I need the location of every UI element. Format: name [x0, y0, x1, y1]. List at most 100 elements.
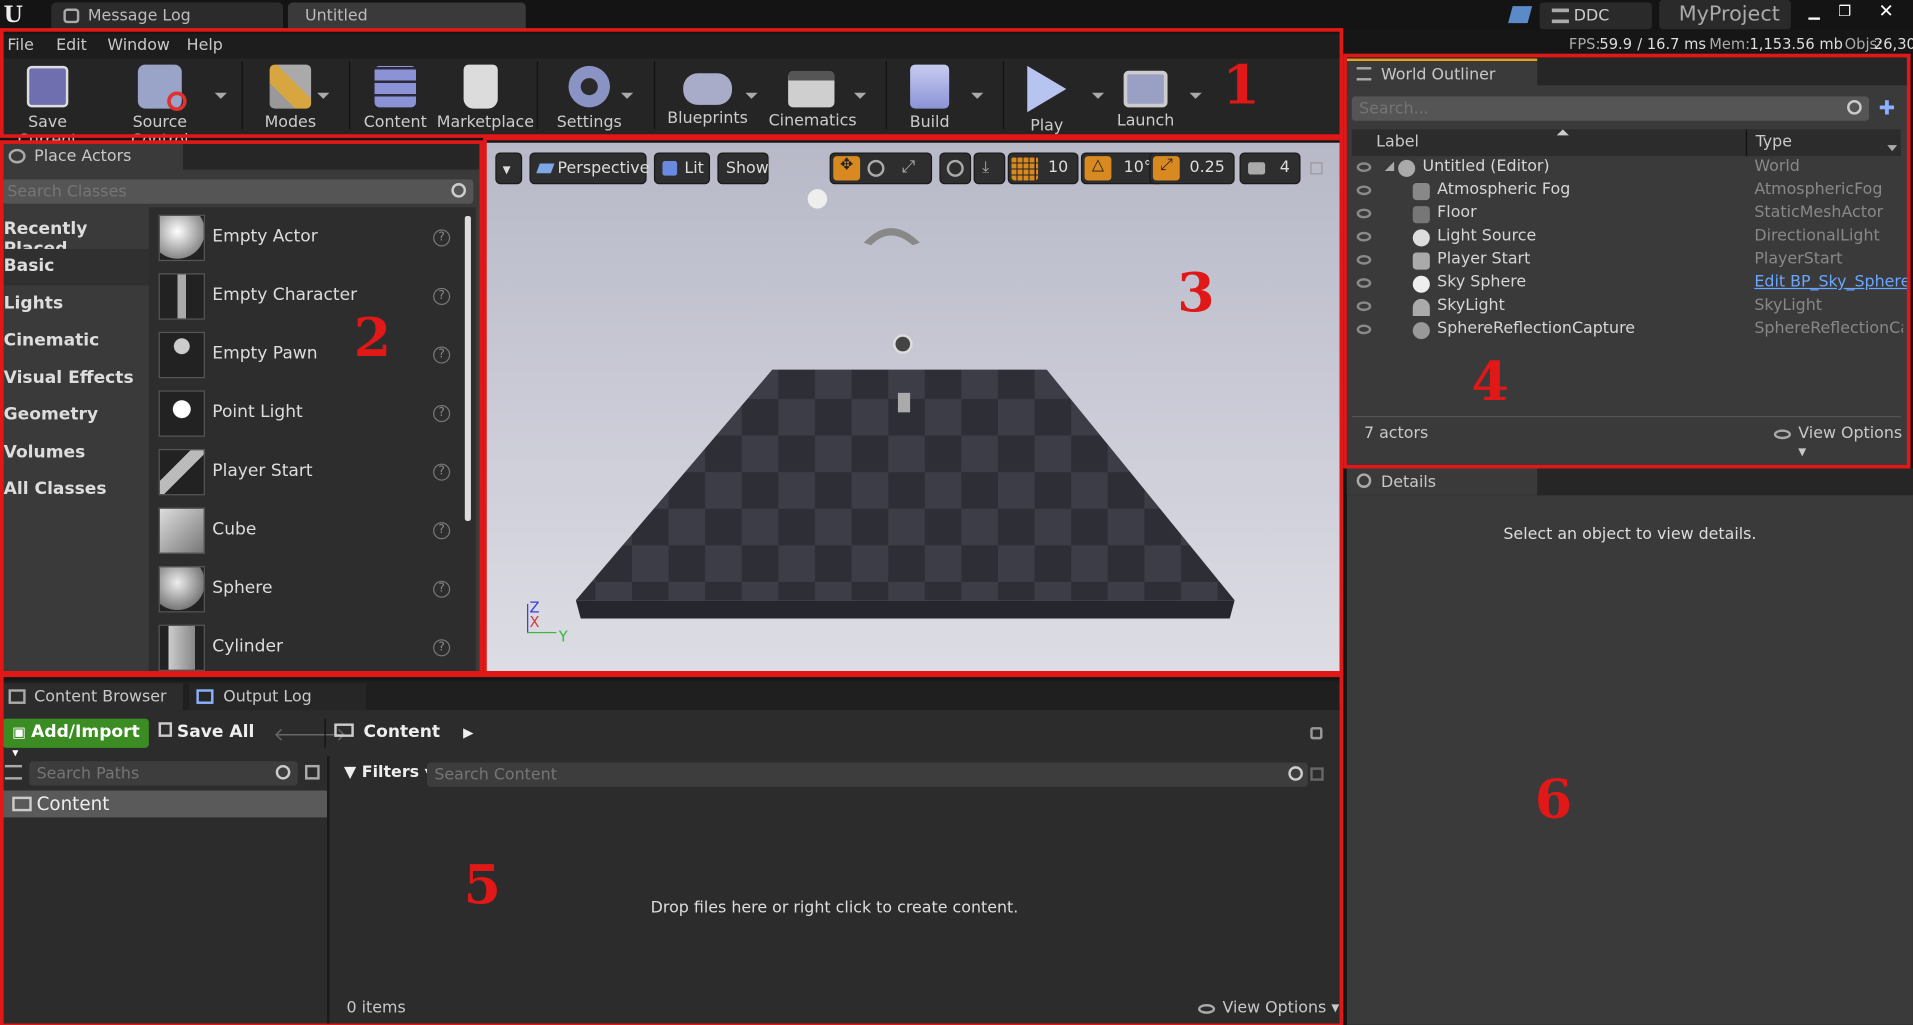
actor-item-point-light[interactable]: Point Light?: [158, 388, 458, 442]
visibility-eye-icon[interactable]: [1356, 254, 1372, 265]
outliner-row-skylight[interactable]: SkyLight SkyLight: [1352, 296, 1903, 319]
outliner-search-input[interactable]: [1351, 96, 1828, 122]
outliner-row-floor[interactable]: Floor StaticMeshActor: [1352, 204, 1903, 227]
restore-button[interactable]: ❐: [1832, 2, 1856, 22]
ddc-button[interactable]: DDC: [1539, 2, 1652, 30]
sources-toggle-icon[interactable]: [4, 764, 22, 780]
outliner-row-player-start[interactable]: Player Start PlayerStart: [1352, 250, 1903, 273]
visibility-eye-icon[interactable]: [1356, 231, 1372, 242]
tab-message-log[interactable]: Message Log: [51, 2, 284, 30]
minimize-button[interactable]: ▁: [1802, 2, 1826, 22]
search-content-input[interactable]: [427, 763, 1269, 788]
translate-icon[interactable]: ✥: [833, 156, 861, 181]
build-dropdown-icon[interactable]: [971, 92, 984, 99]
modes-button[interactable]: Modes: [256, 61, 324, 132]
category-geometry[interactable]: Geometry: [4, 405, 98, 425]
modes-dropdown-icon[interactable]: [317, 92, 330, 99]
save-search-icon[interactable]: [1310, 767, 1324, 781]
camera-speed-button[interactable]: 4: [1239, 152, 1301, 185]
path-view-options-icon[interactable]: [305, 764, 320, 780]
content-browser-tab[interactable]: Content Browser: [0, 683, 183, 711]
help-icon[interactable]: ?: [433, 580, 451, 598]
actor-item-cube[interactable]: Cube?: [158, 505, 458, 559]
save-all-button[interactable]: Save All: [158, 722, 254, 742]
menu-window[interactable]: Window: [107, 37, 170, 55]
search-icon[interactable]: [1847, 100, 1862, 115]
actor-item-empty-character[interactable]: Empty Character?: [158, 271, 458, 325]
help-icon[interactable]: ?: [433, 463, 451, 481]
build-button[interactable]: Build: [900, 61, 959, 132]
visibility-eye-icon[interactable]: [1356, 301, 1372, 312]
outliner-view-options-button[interactable]: View Options ▾: [1773, 425, 1908, 461]
marketplace-button[interactable]: Marketplace: [437, 61, 534, 132]
outliner-row-untitled[interactable]: ◢ Untitled (Editor) World: [1352, 157, 1903, 180]
show-button[interactable]: Show: [717, 152, 769, 185]
learn-icon[interactable]: [1508, 6, 1533, 24]
actor-item-empty-pawn[interactable]: Empty Pawn?: [158, 329, 458, 383]
output-log-tab[interactable]: Output Log: [189, 683, 366, 711]
source-control-button[interactable]: Source Control: [105, 61, 215, 150]
content-button[interactable]: Content: [364, 61, 427, 132]
filters-button[interactable]: ▼ Filters ▾: [344, 764, 433, 782]
outliner-row-light-source[interactable]: Light Source DirectionalLight: [1352, 227, 1903, 250]
cinematics-dropdown-icon[interactable]: [854, 92, 867, 99]
add-actor-icon[interactable]: ✚: [1879, 98, 1899, 119]
category-lights[interactable]: Lights: [4, 294, 63, 314]
grid-snap-group[interactable]: 10: [1007, 152, 1079, 185]
world-outliner-tab[interactable]: World Outliner: [1346, 58, 1538, 86]
actor-item-cylinder[interactable]: Cylinder?: [158, 622, 458, 676]
visibility-eye-icon[interactable]: [1356, 162, 1372, 173]
lock-icon[interactable]: [1310, 727, 1323, 740]
outliner-row-atmospheric-fog[interactable]: Atmospheric Fog AtmosphericFog: [1352, 181, 1903, 204]
surface-snap-button[interactable]: ⤓: [973, 152, 1006, 185]
edit-blueprint-link[interactable]: Edit BP_Sky_Sphere: [1754, 273, 1910, 291]
play-dropdown-icon[interactable]: [1091, 92, 1105, 99]
cinematics-button[interactable]: Cinematics: [769, 61, 857, 131]
search-icon[interactable]: [451, 183, 467, 198]
tree-item-content[interactable]: Content: [0, 790, 327, 818]
outliner-row-sky-sphere[interactable]: Sky Sphere Edit BP_Sky_Sphere: [1352, 273, 1910, 296]
unreal-logo-icon[interactable]: U: [4, 2, 23, 28]
perspective-button[interactable]: Perspective: [529, 152, 649, 185]
scale-icon[interactable]: ⤢: [902, 157, 916, 177]
actor-item-sphere[interactable]: Sphere?: [158, 564, 458, 618]
help-icon[interactable]: ?: [433, 522, 451, 540]
help-icon[interactable]: ?: [433, 346, 451, 364]
category-cinematic[interactable]: Cinematic: [4, 331, 100, 351]
search-icon[interactable]: [1288, 766, 1303, 781]
visibility-eye-icon[interactable]: [1356, 278, 1372, 288]
world-local-button[interactable]: [939, 152, 972, 185]
launch-button[interactable]: Launch: [1115, 61, 1176, 131]
maximize-viewport-icon[interactable]: [1310, 162, 1323, 175]
scale-snap-group[interactable]: ⤢ 0.25: [1149, 152, 1235, 185]
expand-arrow-icon[interactable]: ◢: [1385, 160, 1394, 173]
actor-item-empty-actor[interactable]: Empty Actor?: [158, 212, 458, 266]
visibility-eye-icon[interactable]: [1356, 324, 1372, 335]
visibility-eye-icon[interactable]: [1356, 185, 1372, 196]
settings-dropdown-icon[interactable]: [620, 92, 634, 99]
source-control-dropdown-icon[interactable]: [214, 92, 227, 99]
help-icon[interactable]: ?: [433, 229, 451, 247]
content-view-options-button[interactable]: View Options ▾: [1198, 999, 1339, 1017]
help-icon[interactable]: ?: [433, 405, 451, 423]
column-type-header[interactable]: Type: [1756, 133, 1792, 151]
add-import-button[interactable]: ▣ Add/Import ▾: [2, 718, 149, 760]
menu-help[interactable]: Help: [187, 37, 223, 55]
category-visual-effects[interactable]: Visual Effects: [4, 368, 134, 388]
path-breadcrumb[interactable]: Content ▶: [334, 722, 473, 742]
menu-edit[interactable]: Edit: [56, 37, 87, 55]
details-tab[interactable]: Details: [1346, 468, 1538, 496]
column-dropdown-icon[interactable]: [1887, 145, 1898, 152]
search-icon[interactable]: [275, 764, 291, 780]
level-viewport[interactable]: ▾ Perspective Lit Show ✥ ⤢ ⤓ 10 △ 10° ⤢ …: [485, 142, 1340, 672]
breadcrumb-arrow-icon[interactable]: ▶: [463, 725, 473, 741]
tab-untitled[interactable]: Untitled: [287, 2, 526, 30]
column-label-header[interactable]: Label: [1376, 133, 1419, 151]
category-all-classes[interactable]: All Classes: [4, 479, 107, 499]
menu-file[interactable]: File: [7, 37, 34, 55]
blueprints-button[interactable]: Blueprints: [666, 61, 749, 128]
help-icon[interactable]: ?: [433, 639, 451, 657]
place-actors-tab[interactable]: Place Actors: [0, 142, 183, 170]
category-volumes[interactable]: Volumes: [4, 443, 86, 463]
visibility-eye-icon[interactable]: [1356, 208, 1372, 219]
